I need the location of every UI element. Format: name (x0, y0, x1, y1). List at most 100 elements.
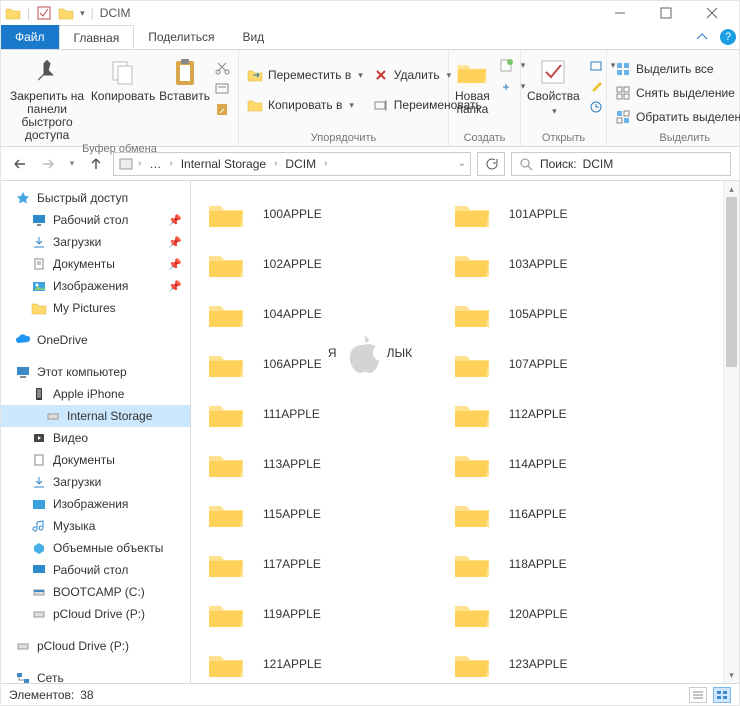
tree-music[interactable]: Музыка (1, 515, 190, 537)
video-icon (31, 430, 47, 446)
folder-item[interactable]: 117APPLE (201, 539, 447, 589)
folder-icon (207, 598, 245, 630)
close-button[interactable] (689, 1, 735, 25)
new-folder-button[interactable]: Новая папка (455, 52, 490, 116)
minimize-button[interactable] (597, 1, 643, 25)
properties-button[interactable]: Свойства ▾ (527, 52, 580, 118)
tree-pictures[interactable]: Изображения📌 (1, 275, 190, 297)
tree-pictures2[interactable]: Изображения (1, 493, 190, 515)
folder-item[interactable]: 101APPLE (447, 189, 693, 239)
vertical-scrollbar[interactable]: ▴ ▾ (723, 181, 739, 683)
tree-quick-access[interactable]: Быстрый доступ (1, 187, 190, 209)
breadcrumb-segment[interactable]: DCIM (281, 157, 320, 171)
address-bar[interactable]: › … › Internal Storage › DCIM › ⌄ (113, 152, 471, 176)
paste-button[interactable]: Вставить (159, 52, 210, 103)
disk-icon (31, 584, 47, 600)
qat-dropdown-icon[interactable]: ▾ (80, 8, 85, 19)
chevron-right-icon[interactable]: › (324, 158, 327, 169)
tree-desktop[interactable]: Рабочий стол📌 (1, 209, 190, 231)
tree-network[interactable]: Сеть (1, 667, 190, 683)
folder-item[interactable]: 123APPLE (447, 639, 693, 683)
folder-item[interactable]: 118APPLE (447, 539, 693, 589)
tab-view[interactable]: Вид (228, 25, 278, 49)
chevron-right-icon[interactable]: › (169, 158, 172, 169)
folder-item[interactable]: 114APPLE (447, 439, 693, 489)
select-none-button[interactable]: Снять выделение (613, 84, 740, 102)
select-all-button[interactable]: Выделить все (613, 60, 740, 78)
tree-pcloud[interactable]: pCloud Drive (P:) (1, 603, 190, 625)
folder-item[interactable]: 119APPLE (201, 589, 447, 639)
folder-item[interactable]: 104APPLE (201, 289, 447, 339)
tree-iphone[interactable]: Apple iPhone (1, 383, 190, 405)
scroll-up-icon[interactable]: ▴ (724, 181, 739, 197)
folder-label: 121APPLE (263, 657, 322, 671)
status-items-count: 38 (80, 688, 93, 702)
recent-locations-button[interactable]: ▾ (65, 153, 79, 175)
folder-item[interactable]: 120APPLE (447, 589, 693, 639)
tree-downloads2[interactable]: Загрузки (1, 471, 190, 493)
refresh-button[interactable] (477, 152, 505, 176)
address-dropdown-icon[interactable]: ⌄ (458, 158, 466, 169)
tree-desktop2[interactable]: Рабочий стол (1, 559, 190, 581)
tree-documents2[interactable]: Документы (1, 449, 190, 471)
tree-this-pc[interactable]: Этот компьютер (1, 361, 190, 383)
tree-video[interactable]: Видео (1, 427, 190, 449)
back-button[interactable] (9, 153, 31, 175)
folder-item[interactable]: 106APPLE (201, 339, 447, 389)
folder-item[interactable]: 115APPLE (201, 489, 447, 539)
folder-item[interactable]: 103APPLE (447, 239, 693, 289)
folder-item[interactable]: 112APPLE (447, 389, 693, 439)
collapse-ribbon-icon[interactable] (687, 25, 717, 49)
folder-item[interactable]: 121APPLE (201, 639, 447, 683)
view-icons-button[interactable] (713, 687, 731, 703)
breadcrumb-segment[interactable]: Internal Storage (177, 157, 270, 171)
folder-item[interactable]: 107APPLE (447, 339, 693, 389)
help-button[interactable]: ? (717, 25, 739, 49)
copy-to-button[interactable]: Копировать в▾ (245, 96, 365, 114)
scroll-thumb[interactable] (726, 197, 737, 367)
file-grid[interactable]: 100APPLE102APPLE104APPLE106APPLE111APPLE… (191, 181, 723, 683)
tree-onedrive[interactable]: OneDrive (1, 329, 190, 351)
qat-properties-icon[interactable] (36, 5, 52, 21)
tree-downloads[interactable]: Загрузки📌 (1, 231, 190, 253)
tree-mypictures[interactable]: My Pictures (1, 297, 190, 319)
tree-internal-storage[interactable]: Internal Storage (1, 405, 190, 427)
tree-3d[interactable]: Объемные объекты (1, 537, 190, 559)
view-details-button[interactable] (689, 687, 707, 703)
chevron-right-icon[interactable]: › (138, 158, 141, 169)
copy-button[interactable]: Копировать (93, 52, 153, 103)
scroll-track[interactable] (724, 197, 739, 667)
qat-newfolder-icon[interactable] (58, 5, 74, 21)
maximize-button[interactable] (643, 1, 689, 25)
pin-to-quick-access-button[interactable]: Закрепить на панели быстрого доступа (7, 52, 87, 142)
search-input[interactable]: Поиск: DCIM (511, 152, 731, 176)
tree-documents[interactable]: Документы📌 (1, 253, 190, 275)
folder-item[interactable]: 100APPLE (201, 189, 447, 239)
folder-icon (453, 448, 491, 480)
invert-selection-button[interactable]: Обратить выделение (613, 108, 740, 126)
nav-tree[interactable]: Быстрый доступ Рабочий стол📌 Загрузки📌 Д… (1, 181, 191, 683)
breadcrumb-segment[interactable]: … (145, 157, 165, 171)
folder-item[interactable]: 105APPLE (447, 289, 693, 339)
tree-pcloud2[interactable]: pCloud Drive (P:) (1, 635, 190, 657)
folder-icon (207, 448, 245, 480)
folder-label: 119APPLE (263, 607, 321, 621)
folder-item[interactable]: 102APPLE (201, 239, 447, 289)
move-to-button[interactable]: Переместить в▾ (245, 66, 365, 84)
cut-button[interactable] (212, 58, 232, 76)
folder-label: 116APPLE (509, 507, 567, 521)
paste-shortcut-button[interactable] (212, 100, 232, 118)
scroll-down-icon[interactable]: ▾ (724, 667, 739, 683)
copy-path-button[interactable] (212, 79, 232, 97)
folder-item[interactable]: 113APPLE (201, 439, 447, 489)
downloads-icon (31, 234, 47, 250)
tab-home[interactable]: Главная (59, 25, 135, 49)
folder-item[interactable]: 111APPLE (201, 389, 447, 439)
tab-file[interactable]: Файл (1, 25, 59, 49)
up-button[interactable] (85, 153, 107, 175)
chevron-right-icon[interactable]: › (274, 158, 277, 169)
forward-button[interactable] (37, 153, 59, 175)
folder-item[interactable]: 116APPLE (447, 489, 693, 539)
tab-share[interactable]: Поделиться (134, 25, 228, 49)
tree-bootcamp[interactable]: BOOTCAMP (C:) (1, 581, 190, 603)
